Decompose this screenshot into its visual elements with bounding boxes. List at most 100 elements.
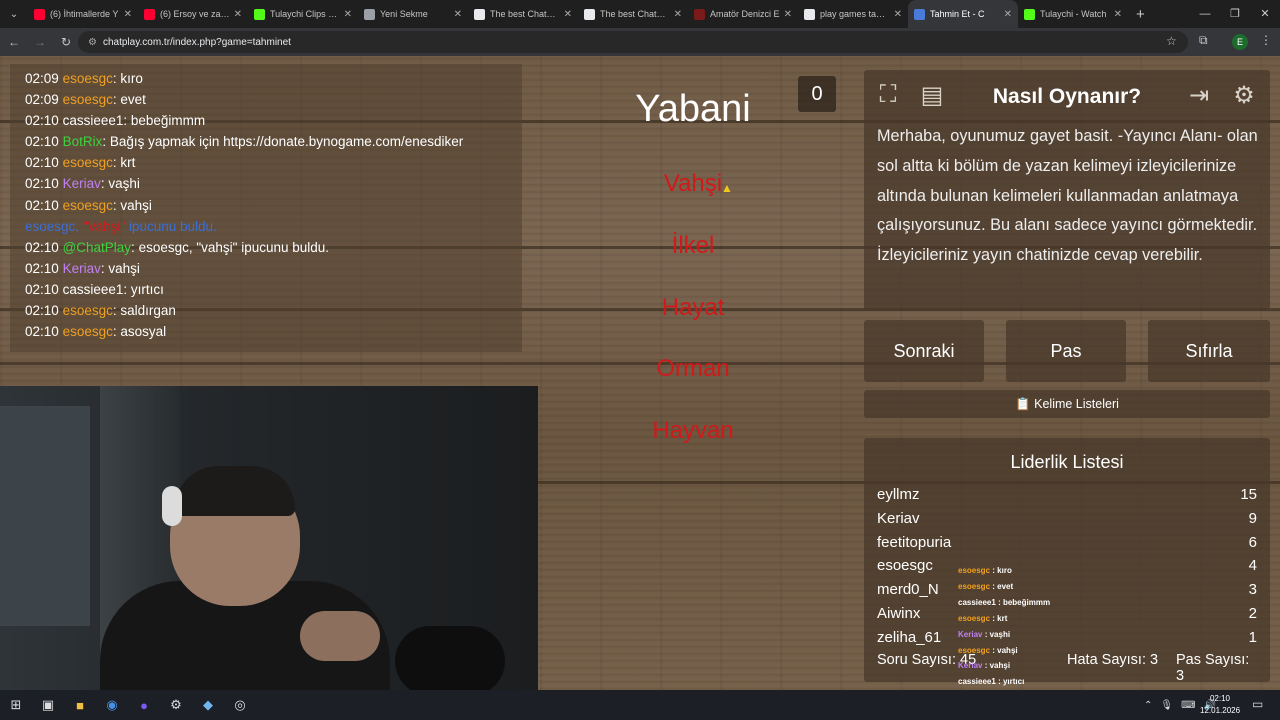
recording-app-icon[interactable]: ◎ [224,697,256,713]
browser-tab[interactable]: Yeni Sekme ✕ [358,0,468,28]
chat-username: Keriav [62,260,101,276]
tab-close-icon[interactable]: ✕ [234,9,242,20]
browser-toolbar: ← → ↻ ⚙ chatplay.com.tr/index.php?game=t… [0,28,1280,56]
chat-text: vahşi [108,260,140,276]
next-button[interactable]: Sonraki [864,320,984,382]
fullscreen-icon[interactable]: ⛶ [871,78,905,112]
network-icon[interactable]: ⌨ [1181,700,1195,711]
browser-tab[interactable]: The best ChatBot ✕ [468,0,578,28]
overlay-chat-line: esoesgc : evet [958,579,1098,595]
notes-icon[interactable]: ▤ [915,78,949,112]
tab-close-icon[interactable]: ✕ [454,9,462,20]
browser-tab[interactable]: Tulaychi - Watch ✕ [1018,0,1128,28]
tab-favicon-icon [584,8,595,20]
leaderboard-title: Liderlik Listesi [1010,452,1124,472]
notifications-icon[interactable]: ▭ [1252,697,1263,711]
browser-tab[interactable]: Tulaychi Clips - W ✕ [248,0,358,28]
overlay-text: : bebeğimmm [998,597,1051,607]
chat-username: esoesgc [62,71,113,86]
chat-message: 02:09 esoesgc: kıro [25,71,143,86]
minimize-icon[interactable]: — [1190,0,1220,28]
webcam-headset [162,486,182,526]
chat-timestamp: 02:10 [25,260,59,276]
chat-timestamp: 02:10 [25,239,59,255]
tab-close-icon[interactable]: ✕ [344,9,352,20]
file-explorer-icon[interactable]: ■ [64,698,96,713]
tray-chevron-icon[interactable]: ⌃ [1144,700,1152,711]
reset-button[interactable]: Sıfırla [1148,320,1270,382]
browser-tab[interactable]: Amatör Denizci E ✕ [688,0,798,28]
new-tab-button[interactable]: + [1136,6,1145,23]
forbidden-word: İlkel [671,232,715,259]
windows-start-icon[interactable]: ⊞ [0,697,32,713]
tab-title: The best ChatBot [490,9,560,19]
chrome-icon[interactable]: ◉ [96,697,128,713]
settings-icon[interactable]: ⚙ [160,697,192,713]
tab-close-icon[interactable]: ✕ [1004,9,1012,20]
tab-title: play games tahmi [820,9,890,19]
gear-icon[interactable]: ⚙ [1227,78,1261,112]
tab-close-icon[interactable]: ✕ [564,9,572,20]
chat-username: esoesgc [62,324,113,340]
browser-tab[interactable]: The best ChatBot ✕ [578,0,688,28]
tab-close-icon[interactable]: ✕ [894,9,902,20]
logout-icon[interactable]: ⇥ [1182,78,1216,112]
profile-avatar[interactable]: E [1232,34,1248,50]
tab-title: Tulaychi Clips - W [270,9,340,19]
forward-icon[interactable]: → [28,35,52,49]
pass-count: Pas Sayısı: 3 [1176,652,1250,682]
browser-tab[interactable]: Tahmin Et - C ✕ [908,0,1018,28]
tab-favicon-icon [804,8,815,20]
target-word: Yabani [635,88,751,130]
browser-tab[interactable]: play games tahmi ✕ [798,0,908,28]
webcam-streamer-hand [300,611,380,661]
window-controls: — ❐ ✕ [1190,0,1280,28]
bookmark-star-icon[interactable]: ☆ [1166,34,1177,48]
app-icon[interactable]: ◆ [192,697,224,713]
extensions-icon[interactable]: ⧉ [1199,33,1208,48]
player-name: Keriav [877,509,920,527]
tab-title: Yeni Sekme [380,9,428,19]
leaderboard-row: eyllmz 15 [877,486,1257,503]
browser-menu-icon[interactable]: ⋮ [1260,33,1272,47]
overlay-username: esoesgc [958,566,991,575]
reload-icon[interactable]: ↻ [54,35,78,49]
address-bar[interactable]: ⚙ chatplay.com.tr/index.php?game=tahmine… [78,31,1188,53]
chat-username: cassieee1 [62,281,124,297]
app-icon[interactable]: ● [128,698,160,713]
back-icon[interactable]: ← [2,35,26,49]
chat-text: krt [120,155,136,171]
task-view-icon[interactable]: ▣ [32,697,64,713]
overlay-chat-line: cassieee1 : bebeğimmm [958,595,1098,611]
chat-message: 02:10 esoesgc: krt [25,155,136,171]
tab-close-icon[interactable]: ✕ [124,9,132,20]
tab-close-icon[interactable]: ✕ [674,9,682,20]
word-lists-button[interactable]: 📋 Kelime Listeleri [864,390,1270,418]
chat-timestamp: 02:10 [25,281,59,297]
restore-icon[interactable]: ❐ [1220,0,1250,28]
tab-close-icon[interactable]: ✕ [1114,9,1122,20]
microphone-icon[interactable]: 🎙 [1160,700,1173,711]
tab-title: Amatör Denizci E [710,9,780,19]
player-score: 4 [1248,557,1257,575]
site-info-icon[interactable]: ⚙ [88,37,97,48]
tab-search-button[interactable]: ⌄ [0,0,28,28]
chat-username: Keriav [62,176,101,192]
player-score: 3 [1248,581,1257,599]
tab-close-icon[interactable]: ✕ [784,9,792,20]
overlay-username: esoesgc [958,581,991,591]
chat-timestamp: 02:09 [25,71,59,86]
chat-messages: 02:10 @ChatPlay: esoesgc, "vahşi" ipucun… [25,237,507,342]
browser-tab[interactable]: (6) Ersoy ve zabıt ✕ [138,0,248,28]
chat-text: yırtıcı [130,281,164,297]
pass-button[interactable]: Pas [1006,320,1126,382]
taskbar-clock[interactable]: 02:10 12.01.2026 [1200,693,1240,717]
chat-timestamp: 02:10 [25,303,59,319]
overlay-text: : yırtıcı [998,677,1025,687]
warning-icon: ▲ [721,181,733,195]
browser-tab[interactable]: (6) İhtimallerde Y ✕ [28,0,138,28]
forbidden-word: Hayvan [652,417,734,444]
chat-message: 02:10 cassieee1: bebeğimmm [25,113,206,129]
close-window-icon[interactable]: ✕ [1250,0,1280,28]
overlay-chat-line: Keriav : vahşi [958,658,1098,674]
